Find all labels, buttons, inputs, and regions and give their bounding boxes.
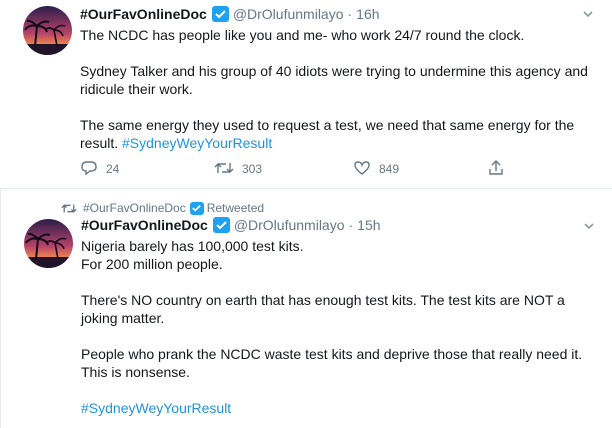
separator-dot: · [348, 217, 354, 233]
reply-count: 24 [106, 162, 120, 176]
verified-badge-icon [212, 217, 230, 233]
hashtag-link[interactable]: #SydneyWeyYourResult [122, 135, 272, 151]
share-button[interactable] [487, 159, 505, 179]
tweet-paragraph: The NCDC has people like you and me- who… [80, 27, 525, 43]
user-handle[interactable]: @DrOlufunmilayo [234, 216, 345, 234]
display-name[interactable]: #OurFavOnlineDoc [80, 5, 207, 23]
retweeted-label: Retweeted [206, 201, 265, 215]
share-icon [487, 159, 505, 179]
separator-dot: · [347, 6, 353, 22]
retweeter-name[interactable]: #OurFavOnlineDoc [83, 200, 186, 216]
retweet-context: #OurFavOnlineDoc Retweeted [61, 200, 264, 216]
tweet-paragraph: There's NO country on earth that has eno… [81, 292, 565, 326]
tweet[interactable]: #OurFavOnlineDoc Retweeted #OurFavOnline… [0, 189, 612, 428]
reply-icon [80, 160, 98, 179]
tweet-text: The NCDC has people like you and me- who… [80, 26, 595, 152]
display-name[interactable]: #OurFavOnlineDoc [81, 216, 208, 234]
heart-icon [353, 160, 371, 179]
tweet-paragraph: The same energy they used to request a t… [80, 116, 595, 152]
retweet-icon [61, 202, 77, 215]
retweet-button[interactable]: 303 [214, 160, 262, 178]
like-button[interactable]: 849 [353, 160, 399, 178]
like-count: 849 [379, 162, 400, 176]
tweet-paragraph: Nigeria barely has 100,000 test kits. Fo… [81, 238, 304, 272]
retweet-icon [214, 160, 234, 179]
verified-badge-icon [189, 201, 204, 215]
chevron-down-icon[interactable] [582, 219, 596, 233]
hashtag-link[interactable]: #SydneyWeyYourResult [81, 400, 231, 416]
tweet-actions: 24 303 849 [80, 159, 520, 179]
tweet-paragraph: Sydney Talker and his group of 40 idiots… [80, 63, 588, 97]
reply-button[interactable]: 24 [80, 160, 119, 178]
timestamp[interactable]: 16h [356, 5, 379, 23]
tweet-header: #OurFavOnlineDoc @DrOlufunmilayo · 16h [80, 5, 380, 23]
avatar[interactable] [23, 6, 72, 55]
tweet-header: #OurFavOnlineDoc @DrOlufunmilayo · 15h [81, 216, 381, 234]
tweet-paragraph: #SydneyWeyYourResult [81, 399, 596, 417]
user-handle[interactable]: @DrOlufunmilayo [233, 5, 344, 23]
chevron-down-icon[interactable] [581, 7, 595, 21]
avatar[interactable] [24, 219, 73, 268]
retweet-count: 303 [242, 162, 263, 176]
tweet-text: Nigeria barely has 100,000 test kits. Fo… [81, 237, 596, 417]
tweet-paragraph: People who prank the NCDC waste test kit… [81, 346, 583, 380]
tweet[interactable]: #OurFavOnlineDoc @DrOlufunmilayo · 16h T… [0, 0, 612, 189]
timestamp[interactable]: 15h [357, 216, 380, 234]
verified-badge-icon [211, 6, 229, 22]
